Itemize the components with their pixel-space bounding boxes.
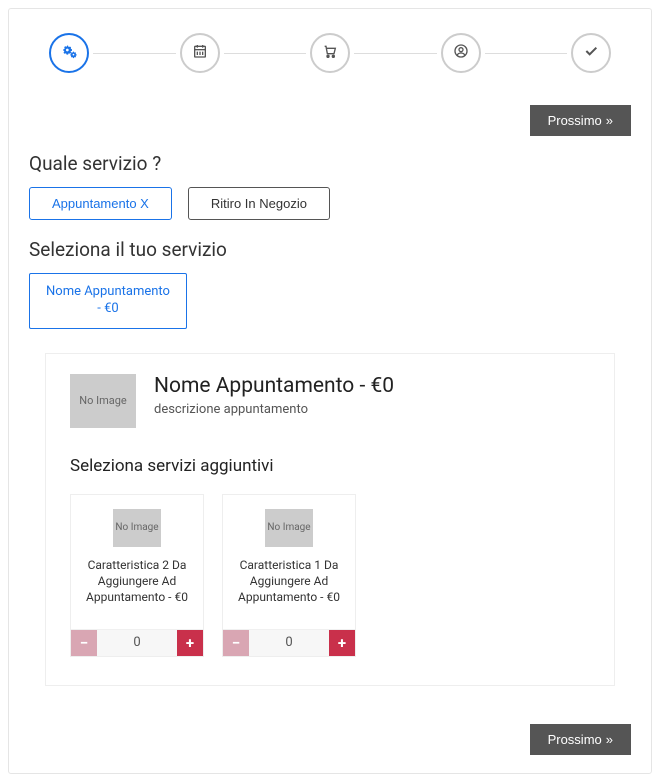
- qty-decrement[interactable]: −: [223, 630, 249, 656]
- extra-image-placeholder: No Image: [265, 509, 313, 547]
- extra-item-label: Caratteristica 2 Da Aggiungere Ad Appunt…: [79, 557, 195, 617]
- qty-value: 0: [249, 630, 329, 656]
- extras-list: No Image Caratteristica 2 Da Aggiungere …: [70, 494, 590, 657]
- step-connector: [224, 53, 307, 54]
- step-calendar[interactable]: [180, 33, 220, 73]
- step-connector: [93, 53, 176, 54]
- extras-title: Seleziona servizi aggiuntivi: [70, 456, 590, 476]
- step-confirm[interactable]: [571, 33, 611, 73]
- quantity-stepper: − 0 +: [71, 629, 203, 656]
- qty-increment[interactable]: +: [177, 630, 203, 656]
- next-button-top[interactable]: Prossimo »: [530, 105, 631, 136]
- service-detail-description: descrizione appuntamento: [154, 402, 394, 417]
- check-icon: [583, 43, 599, 63]
- chevron-right-icon: »: [606, 113, 613, 128]
- step-cart[interactable]: [310, 33, 350, 73]
- extra-item: No Image Caratteristica 2 Da Aggiungere …: [70, 494, 204, 657]
- step-user[interactable]: [441, 33, 481, 73]
- step-connector: [485, 53, 568, 54]
- gears-icon: [61, 43, 77, 63]
- service-detail-text: Nome Appuntamento - €0 descrizione appun…: [154, 374, 394, 417]
- next-label: Prossimo: [548, 113, 602, 128]
- service-type-ritiro[interactable]: Ritiro In Negozio: [188, 187, 330, 220]
- quantity-stepper: − 0 +: [223, 629, 355, 656]
- bottom-actions: Prossimo »: [9, 706, 651, 773]
- next-label: Prossimo: [548, 732, 602, 747]
- step-connector: [354, 53, 437, 54]
- qty-increment[interactable]: +: [329, 630, 355, 656]
- service-type-appuntamento[interactable]: Appuntamento X: [29, 187, 172, 220]
- top-actions: Prossimo »: [29, 105, 631, 136]
- calendar-icon: [192, 43, 208, 63]
- stepper: [9, 9, 651, 97]
- booking-wizard: Prossimo » Quale servizio ? Appuntamento…: [8, 8, 652, 774]
- extra-image-placeholder: No Image: [113, 509, 161, 547]
- qty-decrement[interactable]: −: [71, 630, 97, 656]
- user-icon: [453, 43, 469, 63]
- qty-value: 0: [97, 630, 177, 656]
- service-question-title: Quale servizio ?: [29, 152, 631, 175]
- extra-item-label: Caratteristica 1 Da Aggiungere Ad Appunt…: [231, 557, 347, 617]
- chevron-right-icon: »: [606, 732, 613, 747]
- service-option[interactable]: Nome Appuntamento - €0: [29, 273, 187, 329]
- service-detail-title: Nome Appuntamento - €0: [154, 374, 394, 398]
- wizard-content: Prossimo » Quale servizio ? Appuntamento…: [9, 105, 651, 706]
- service-detail-header: No Image Nome Appuntamento - €0 descrizi…: [70, 374, 590, 428]
- select-service-title: Seleziona il tuo servizio: [29, 238, 631, 261]
- step-settings[interactable]: [49, 33, 89, 73]
- service-detail-card: No Image Nome Appuntamento - €0 descrizi…: [45, 353, 615, 686]
- service-image-placeholder: No Image: [70, 374, 136, 428]
- extra-item: No Image Caratteristica 1 Da Aggiungere …: [222, 494, 356, 657]
- service-type-options: Appuntamento X Ritiro In Negozio: [29, 187, 631, 220]
- next-button-bottom[interactable]: Prossimo »: [530, 724, 631, 755]
- cart-icon: [322, 43, 338, 63]
